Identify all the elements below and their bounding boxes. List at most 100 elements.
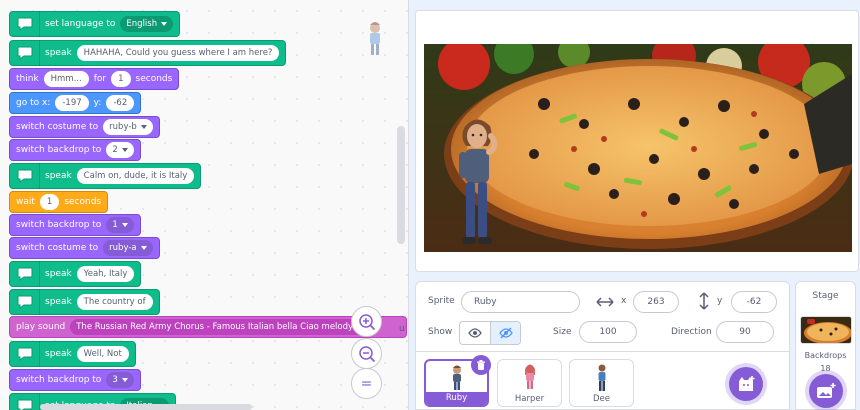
speak-block[interactable]: speak Calm on, dude, it is Italy: [9, 163, 202, 189]
backdrops-count: 18: [820, 364, 831, 373]
sprite-name-input[interactable]: Ruby: [461, 291, 580, 313]
ruby-sprite[interactable]: [448, 114, 504, 252]
stage-selector-title: Stage: [812, 291, 839, 301]
play-sound-block[interactable]: play sound The Russian Red Army Chorus -…: [9, 316, 407, 338]
speak-text-input[interactable]: HAHAHA, Could you guess where I am here?: [76, 45, 280, 61]
speak-block[interactable]: speak Well, Not: [9, 341, 136, 367]
choose-sprite-button[interactable]: [729, 367, 763, 401]
backdrop-add-icon: [817, 383, 836, 398]
think-for-secs-block[interactable]: think Hmm... for 1 seconds: [9, 68, 180, 90]
delete-sprite-button[interactable]: [471, 355, 491, 375]
direction-input[interactable]: 90: [716, 321, 774, 343]
choose-backdrop-button[interactable]: [809, 374, 843, 408]
switch-backdrop-block[interactable]: switch backdrop to 3: [9, 369, 141, 391]
sound-dropdown[interactable]: The Russian Red Army Chorus - Famous Ita…: [70, 319, 370, 335]
block-label: think: [16, 74, 39, 84]
backdrop-dropdown[interactable]: 2: [106, 142, 134, 158]
block-label: switch costume to: [16, 122, 99, 132]
y-label: y: [717, 296, 723, 306]
wait-secs-input[interactable]: 1: [39, 194, 60, 210]
x-input[interactable]: -197: [55, 95, 89, 111]
speech-bubble-icon: [10, 261, 40, 287]
speak-text-input[interactable]: Well, Not: [76, 346, 129, 362]
go-to-xy-block[interactable]: go to x: -197 y: -62: [9, 92, 142, 114]
zoom-out-button[interactable]: [351, 338, 382, 369]
switch-costume-block[interactable]: switch costume to ruby-a: [9, 237, 160, 259]
block-label: switch backdrop to: [16, 145, 102, 155]
switch-backdrop-block[interactable]: switch backdrop to 2: [9, 139, 141, 161]
x-position-input[interactable]: 263: [633, 291, 679, 313]
current-sprite-ghost-icon: [370, 22, 380, 55]
stage[interactable]: [415, 10, 859, 272]
speak-block[interactable]: speak Yeah, Italy: [9, 261, 142, 287]
backdrop-dropdown[interactable]: 3: [106, 372, 134, 388]
block-label-trail: u: [399, 324, 405, 334]
dee-thumbnail: [598, 364, 605, 391]
costume-dropdown[interactable]: ruby-a: [103, 240, 153, 256]
size-input[interactable]: 100: [579, 321, 637, 343]
think-text-input[interactable]: Hmm...: [43, 71, 89, 87]
code-horizontal-scrollbar[interactable]: [40, 404, 252, 410]
speech-bubble-icon: [10, 11, 40, 37]
sprite-tile-name: Harper: [514, 394, 545, 404]
show-visible-button[interactable]: [460, 322, 490, 344]
x-label: x: [621, 296, 627, 306]
visibility-toggle[interactable]: [459, 321, 521, 345]
speech-bubble-icon: [10, 163, 40, 189]
block-label-seconds: seconds: [64, 197, 102, 207]
show-hidden-button[interactable]: [490, 322, 520, 344]
sprite-tile-name: Dee: [592, 394, 610, 404]
costume-dropdown[interactable]: ruby-b: [103, 119, 153, 135]
block-label: switch costume to: [16, 243, 99, 253]
sprite-tile-dee[interactable]: Dee: [569, 359, 634, 407]
backdrops-label: Backdrops: [804, 351, 847, 360]
backdrop-dropdown[interactable]: 1: [106, 217, 134, 233]
speak-text-input[interactable]: The country of: [76, 294, 153, 310]
block-label-y: y:: [93, 98, 102, 108]
code-vertical-scrollbar[interactable]: [397, 126, 405, 244]
speech-bubble-icon: [10, 289, 40, 315]
stage-selector[interactable]: Stage Backdrops 18: [795, 281, 856, 410]
block-label: speak: [45, 297, 72, 307]
zoom-in-button[interactable]: [351, 306, 382, 337]
speech-bubble-icon: [10, 40, 40, 66]
speak-block[interactable]: speak HAHAHA, Could you guess where I am…: [9, 40, 287, 66]
block-label: switch backdrop to: [16, 220, 102, 230]
sprite-tile-harper[interactable]: Harper: [497, 359, 562, 407]
block-label: speak: [45, 269, 72, 279]
speak-block[interactable]: speak The country of: [9, 289, 160, 315]
stage-canvas[interactable]: [424, 44, 852, 252]
block-label: speak: [45, 349, 72, 359]
block-label: switch backdrop to: [16, 375, 102, 385]
sprite-info-panel: Sprite Ruby x 263 y -62 Show Size 100 Di…: [415, 281, 790, 352]
block-label-seconds: seconds: [135, 74, 173, 84]
sprite-tile-name: Ruby: [426, 392, 487, 405]
y-position-input[interactable]: -62: [731, 291, 777, 313]
scratch-editor: set language to English speak HAHAHA, Co…: [0, 0, 860, 410]
block-label: set language to: [45, 19, 116, 29]
ruby-thumbnail: [452, 365, 461, 390]
language-dropdown[interactable]: English: [120, 16, 174, 32]
code-area[interactable]: set language to English speak HAHAHA, Co…: [0, 0, 408, 410]
speech-bubble-icon: [10, 341, 40, 367]
wait-block[interactable]: wait 1 seconds: [9, 191, 109, 213]
pizza-thumbnail: [801, 317, 851, 343]
block-label: go to x:: [16, 98, 51, 108]
set-language-block[interactable]: set language to English: [9, 11, 181, 37]
secs-input[interactable]: 1: [111, 71, 131, 87]
speak-text-input[interactable]: Calm on, dude, it is Italy: [76, 168, 195, 184]
cat-add-icon: [739, 376, 755, 391]
x-arrows-icon: [596, 297, 614, 307]
block-label: speak: [45, 171, 72, 181]
zoom-reset-button[interactable]: =: [351, 368, 382, 399]
block-label: wait: [16, 197, 35, 207]
sprite-label: Sprite: [428, 296, 455, 306]
trash-icon: [477, 359, 485, 370]
speak-text-input[interactable]: Yeah, Italy: [76, 266, 135, 282]
show-label: Show: [428, 327, 453, 337]
switch-costume-block[interactable]: switch costume to ruby-b: [9, 116, 160, 138]
direction-label: Direction: [671, 327, 712, 337]
y-input[interactable]: -62: [106, 95, 135, 111]
eye-icon: [468, 328, 482, 338]
switch-backdrop-block[interactable]: switch backdrop to 1: [9, 214, 141, 236]
